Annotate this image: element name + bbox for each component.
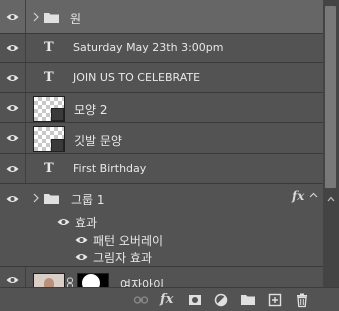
visibility-column [0, 184, 25, 213]
layer-row-text-birthday[interactable]: T First Birthday [0, 154, 323, 184]
layer-thumbnail[interactable] [33, 273, 65, 287]
text-layer-icon: T [44, 161, 54, 176]
new-layer-icon[interactable] [267, 292, 283, 308]
folder-icon [44, 194, 59, 204]
folder-icon [44, 13, 59, 23]
effect-name: 그림자 효과 [93, 251, 153, 265]
girl-photo [44, 278, 54, 287]
visibility-column [0, 267, 26, 287]
eye-icon[interactable] [6, 74, 19, 82]
eye-icon[interactable] [75, 253, 88, 261]
layer-effects-header[interactable]: 효과 [0, 213, 323, 231]
link-icon[interactable] [66, 277, 74, 287]
visibility-column [0, 123, 26, 153]
eye-icon[interactable] [57, 218, 70, 226]
eye-icon[interactable] [6, 44, 19, 52]
visibility-column [0, 93, 26, 122]
effect-pattern-overlay[interactable]: 패턴 오버레이 [0, 231, 323, 248]
eye-icon[interactable] [6, 134, 19, 142]
eye-icon[interactable] [6, 276, 19, 284]
layer-row-girl[interactable]: 여자아이 [0, 267, 323, 287]
layers-list: 원 T Saturday May 23th 3:00pm T JOIN US T… [0, 0, 323, 287]
effect-name: 패턴 오버레이 [93, 234, 164, 248]
effects-label: 효과 [75, 216, 98, 230]
visibility-column [0, 63, 26, 92]
new-group-icon[interactable] [240, 292, 256, 308]
eye-icon[interactable] [6, 195, 19, 203]
layer-mask-thumbnail[interactable] [77, 273, 109, 287]
fx-badge[interactable]: fx [292, 189, 304, 203]
visibility-column [0, 34, 26, 62]
layer-name: JOIN US TO CELEBRATE [73, 71, 201, 84]
visibility-column [0, 0, 26, 33]
add-mask-icon[interactable] [187, 292, 203, 308]
fx-button-label: fx [160, 292, 174, 307]
layer-row-group-1[interactable]: 그룹 1 fx [0, 184, 323, 213]
layer-row-text-join[interactable]: T JOIN US TO CELEBRATE [0, 63, 323, 93]
scroll-up-arrow-icon[interactable] [327, 196, 335, 202]
collapse-effects-icon[interactable] [309, 192, 318, 198]
shape-layer-icon [51, 139, 64, 152]
eye-icon[interactable] [6, 104, 19, 112]
link-layers-icon[interactable] [133, 292, 149, 308]
layers-scrollbar[interactable] [323, 0, 339, 287]
visibility-column [0, 154, 26, 183]
chevron-right-icon[interactable] [33, 193, 40, 203]
layer-name: First Birthday [73, 162, 147, 175]
effect-drop-shadow[interactable]: 그림자 효과 [0, 248, 323, 267]
fx-icon[interactable]: fx [160, 292, 176, 308]
layer-name: 여자아이 [120, 278, 165, 287]
layer-row-text-date[interactable]: T Saturday May 23th 3:00pm [0, 34, 323, 63]
layers-footer-toolbar: fx [0, 287, 339, 311]
delete-layer-icon[interactable] [294, 292, 310, 308]
layer-row-flag-pattern[interactable]: 깃발 문양 [0, 123, 323, 154]
mask-shape [82, 274, 100, 287]
scrollbar-thumb[interactable] [325, 6, 336, 188]
text-layer-icon: T [44, 40, 54, 55]
layer-row-group-circle[interactable]: 원 [0, 0, 323, 34]
eye-icon[interactable] [6, 13, 19, 21]
layers-panel: 원 T Saturday May 23th 3:00pm T JOIN US T… [0, 0, 339, 311]
text-layer-icon: T [44, 70, 54, 85]
layer-row-shape-2[interactable]: 모양 2 [0, 93, 323, 123]
shape-layer-icon [51, 108, 64, 121]
chevron-right-icon[interactable] [33, 12, 40, 22]
adjustment-layer-icon[interactable] [213, 292, 229, 308]
layer-name: 그룹 1 [71, 193, 105, 207]
layer-name: 깃발 문양 [74, 134, 122, 148]
layer-name: Saturday May 23th 3:00pm [73, 41, 224, 54]
layer-name: 원 [70, 12, 82, 26]
layer-name: 모양 2 [74, 103, 108, 117]
eye-icon[interactable] [6, 165, 19, 173]
eye-icon[interactable] [75, 236, 88, 244]
